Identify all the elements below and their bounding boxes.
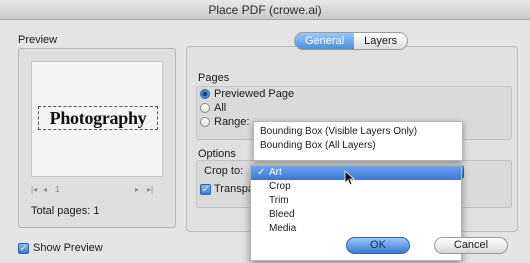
- preview-thumbnail-text: Photography: [38, 106, 158, 130]
- tab-bar: General Layers: [294, 32, 409, 50]
- mouse-pointer-icon: [344, 170, 356, 186]
- radio-all[interactable]: All: [200, 102, 226, 114]
- menu-item-art[interactable]: ✓ Art: [251, 166, 461, 180]
- options-group-label: Options: [198, 148, 236, 160]
- checkbox-checked-icon: ✓: [18, 242, 29, 254]
- page-number[interactable]: 1: [55, 185, 59, 194]
- menu-item-bbox-visible[interactable]: Bounding Box (Visible Layers Only): [254, 125, 462, 139]
- checkbox-checked-icon: ✓: [200, 183, 211, 195]
- show-preview-checkbox[interactable]: ✓ Show Preview: [18, 242, 103, 254]
- radio-icon: [200, 117, 210, 127]
- menu-item-bbox-all[interactable]: Bounding Box (All Layers): [254, 139, 462, 153]
- preview-pager: |◂ ◂ 1 ▸ ▸|: [31, 185, 163, 199]
- preview-canvas: Photography: [31, 61, 163, 177]
- tab-general[interactable]: General: [295, 33, 355, 49]
- radio-label: All: [214, 102, 227, 114]
- menu-item-media[interactable]: Media: [251, 222, 461, 236]
- radio-previewed-page[interactable]: Previewed Page: [200, 88, 294, 100]
- menu-item-trim[interactable]: Trim: [251, 194, 461, 208]
- crop-to-label: Crop to:: [204, 165, 244, 177]
- place-pdf-dialog: Preview Photography |◂ ◂ 1 ▸ ▸| Total pa…: [0, 20, 530, 263]
- menu-item-label: Art: [269, 167, 282, 178]
- first-page-icon[interactable]: |◂: [31, 185, 37, 194]
- cancel-button[interactable]: Cancel: [434, 237, 508, 254]
- radio-label: Range:: [214, 116, 250, 128]
- show-preview-label: Show Preview: [33, 242, 103, 254]
- menu-item-bleed[interactable]: Bleed: [251, 208, 461, 222]
- menu-item-crop[interactable]: Crop: [251, 180, 461, 194]
- radio-range[interactable]: Range:: [200, 116, 249, 128]
- radio-icon: [200, 103, 210, 113]
- prev-page-icon[interactable]: ◂: [43, 185, 47, 194]
- tab-layers[interactable]: Layers: [354, 33, 408, 49]
- radio-label: Previewed Page: [214, 88, 295, 100]
- preview-group-label: Preview: [18, 34, 58, 46]
- total-pages-label: Total pages: 1: [31, 205, 100, 217]
- radio-selected-icon: [200, 89, 210, 99]
- window-title: Place PDF (crowe.ai): [0, 0, 530, 20]
- next-page-icon[interactable]: ▸: [135, 185, 139, 194]
- preview-panel: Photography |◂ ◂ 1 ▸ ▸| Total pages: 1: [18, 48, 176, 228]
- checkmark-icon: ✓: [257, 167, 266, 178]
- last-page-icon[interactable]: ▸|: [147, 185, 153, 194]
- ok-button[interactable]: OK: [346, 237, 410, 254]
- pages-group-label: Pages: [198, 72, 230, 84]
- crop-options-menu-upper: Bounding Box (Visible Layers Only) Bound…: [253, 121, 463, 161]
